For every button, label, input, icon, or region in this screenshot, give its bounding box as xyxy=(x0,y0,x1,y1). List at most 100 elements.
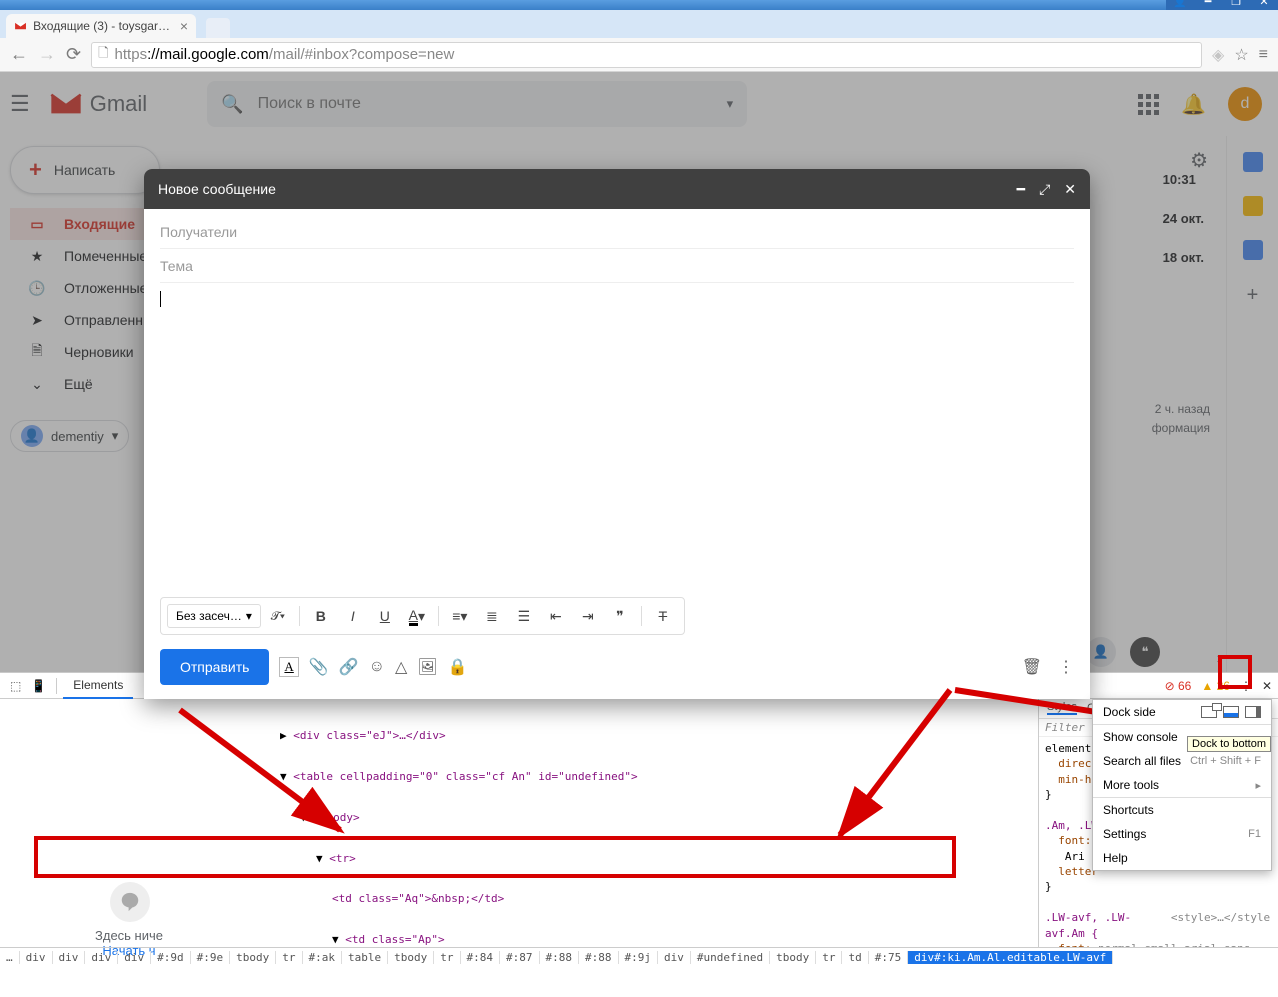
minimize-compose-icon[interactable]: ━ xyxy=(1017,181,1025,198)
bookmark-icon[interactable]: ☆ xyxy=(1234,45,1248,65)
dock-right-icon[interactable] xyxy=(1245,706,1261,718)
italic-button[interactable]: I xyxy=(338,602,368,630)
expand-rail-icon[interactable]: › xyxy=(1217,650,1222,668)
compose-titlebar[interactable]: Новое сообщение ━ ⤢ ✕ xyxy=(144,169,1090,209)
hangouts-bubble-icon[interactable]: ❝ xyxy=(1130,637,1160,667)
compose-editor[interactable] xyxy=(160,283,1074,593)
addons-plus-icon[interactable]: + xyxy=(1247,284,1259,307)
calendar-icon[interactable] xyxy=(1243,152,1263,172)
error-count[interactable]: ⊘ 66 xyxy=(1165,679,1192,693)
gmail-logo-icon xyxy=(50,92,82,116)
bullet-list-button[interactable]: ☰ xyxy=(509,602,539,630)
chevron-down-icon: ▾ xyxy=(112,428,119,444)
devtools-menu-icon[interactable]: ⋮ xyxy=(1240,679,1252,693)
popout-compose-icon[interactable]: ⤢ xyxy=(1039,181,1050,198)
settings-gear-icon[interactable]: ⚙ xyxy=(1190,148,1208,173)
gmail-favicon-icon xyxy=(14,19,27,33)
minimize-button[interactable]: ━ xyxy=(1194,0,1222,10)
inspect-element-icon[interactable]: ⬚ xyxy=(6,673,25,699)
browser-menu-icon[interactable]: ≡ xyxy=(1259,46,1268,64)
numbered-list-button[interactable]: ≣ xyxy=(477,602,507,630)
keep-icon[interactable] xyxy=(1243,196,1263,216)
link-icon[interactable]: 🔗 xyxy=(339,657,359,677)
chrome-user-icon[interactable]: 👤 xyxy=(1166,0,1194,10)
compose-footer: Отправить A 📎 🔗 ☺ △ 🖼 🔒 🗑 ⋮ xyxy=(144,639,1090,699)
bold-button[interactable]: B xyxy=(306,602,336,630)
styles-tab[interactable]: Styles xyxy=(1047,701,1077,715)
align-button[interactable]: ≡▾ xyxy=(445,602,475,630)
window-controls: 👤 ━ ❐ ✕ xyxy=(1166,0,1278,10)
attach-icon[interactable]: 📎 xyxy=(309,657,329,677)
search-dropdown-icon[interactable]: ▾ xyxy=(727,96,734,112)
search-input[interactable] xyxy=(258,95,713,113)
gmail-app: ☰ Gmail 🔍 ▾ 🔔 d ⚙ + Написать ▭Входящие ★… xyxy=(0,72,1278,672)
browser-tab[interactable]: Входящие (3) - toysgardenс × xyxy=(6,14,196,38)
browser-toolbar: ← → ⟳ 🗋 https://mail.google.com/mail/#in… xyxy=(0,38,1278,72)
recipients-field[interactable]: Получатели xyxy=(160,215,1074,249)
dock-popout-icon[interactable] xyxy=(1201,706,1217,718)
emoji-icon[interactable]: ☺ xyxy=(369,658,385,676)
sidebar-item-label: Входящие xyxy=(64,216,135,232)
sent-icon: ➤ xyxy=(28,312,46,329)
dock-bottom-icon[interactable] xyxy=(1223,706,1239,718)
indent-more-button[interactable]: ⇥ xyxy=(573,602,603,630)
extension-icon[interactable]: ◈ xyxy=(1212,45,1224,65)
sidebar-item-label: Черновики xyxy=(64,344,134,360)
confidential-icon[interactable]: 🔒 xyxy=(448,657,468,677)
quote-button[interactable]: ❞ xyxy=(605,602,635,630)
indent-less-button[interactable]: ⇤ xyxy=(541,602,571,630)
photo-icon[interactable]: 🖼 xyxy=(417,657,437,677)
text-size-icon[interactable]: 𝓣▾ xyxy=(263,602,293,630)
compose-button[interactable]: + Написать xyxy=(10,146,160,194)
reload-button[interactable]: ⟳ xyxy=(66,44,81,65)
menu-icon[interactable]: ☰ xyxy=(10,91,30,117)
gmail-header: ☰ Gmail 🔍 ▾ 🔔 d xyxy=(0,72,1278,136)
menu-help[interactable]: Help xyxy=(1093,846,1271,870)
devtools-main: ▶ <div class="eJ">…</div> ▼ <table cellp… xyxy=(0,699,1278,947)
warning-count[interactable]: ▲ 26 xyxy=(1201,679,1230,693)
menu-shortcuts[interactable]: Shortcuts xyxy=(1093,798,1271,822)
remove-format-button[interactable]: T xyxy=(648,602,678,630)
menu-settings[interactable]: SettingsF1 xyxy=(1093,822,1271,846)
search-icon[interactable]: 🔍 xyxy=(221,94,243,115)
close-button[interactable]: ✕ xyxy=(1250,0,1278,10)
drive-icon[interactable]: △ xyxy=(395,657,407,677)
tab-elements[interactable]: Elements xyxy=(63,673,133,699)
close-compose-icon[interactable]: ✕ xyxy=(1064,181,1076,198)
dom-breadcrumb[interactable]: …divdivdivdiv#:9d#:9etbodytr#:aktabletbo… xyxy=(0,947,1278,967)
device-mode-icon[interactable]: 📱 xyxy=(27,673,50,699)
menu-more-tools[interactable]: More tools▸ xyxy=(1093,773,1271,798)
forward-button[interactable]: → xyxy=(38,44,56,65)
text-color-button[interactable]: A▾ xyxy=(402,602,432,630)
discard-icon[interactable]: 🗑 xyxy=(1022,657,1042,677)
logo[interactable]: Gmail xyxy=(50,91,147,117)
devtools-close-icon[interactable]: ✕ xyxy=(1262,679,1272,693)
user-avatar[interactable]: d xyxy=(1228,87,1262,121)
subject-field[interactable]: Тема xyxy=(160,249,1074,283)
back-button[interactable]: ← xyxy=(10,44,28,65)
search-bar[interactable]: 🔍 ▾ xyxy=(207,81,747,127)
url-bar[interactable]: 🗋 https://mail.google.com/mail/#inbox?co… xyxy=(91,42,1202,68)
compose-title: Новое сообщение xyxy=(158,181,276,197)
apps-grid-icon[interactable] xyxy=(1138,94,1159,115)
user-pill[interactable]: 👤 dementiy ▾ xyxy=(10,420,129,452)
maximize-button[interactable]: ❐ xyxy=(1222,0,1250,10)
underline-button[interactable]: U xyxy=(370,602,400,630)
header-right: 🔔 d xyxy=(1138,87,1262,121)
right-mini-text: 2 ч. назадформация xyxy=(1152,400,1210,438)
compose-label: Написать xyxy=(54,162,115,178)
tab-close-icon[interactable]: × xyxy=(180,18,188,34)
new-tab-button[interactable] xyxy=(206,18,230,38)
notifications-icon[interactable]: 🔔 xyxy=(1181,92,1206,117)
send-button[interactable]: Отправить xyxy=(160,649,269,685)
page-info-icon[interactable]: 🗋 xyxy=(98,44,108,66)
format-toggle-button[interactable]: A xyxy=(279,657,298,677)
menu-search-all[interactable]: Search all filesCtrl + Shift + F xyxy=(1093,749,1271,773)
dom-tree[interactable]: ▶ <div class="eJ">…</div> ▼ <table cellp… xyxy=(0,699,1038,947)
font-dropdown[interactable]: Без засеч… ▾ xyxy=(167,604,261,628)
more-options-icon[interactable]: ⋮ xyxy=(1058,657,1074,677)
clock-icon: 🕒 xyxy=(28,280,46,297)
people-icon[interactable]: 👤 xyxy=(1086,637,1116,667)
compose-body: Получатели Тема Без засеч… ▾ 𝓣▾ B I U A▾… xyxy=(144,209,1090,635)
tasks-icon[interactable] xyxy=(1243,240,1263,260)
